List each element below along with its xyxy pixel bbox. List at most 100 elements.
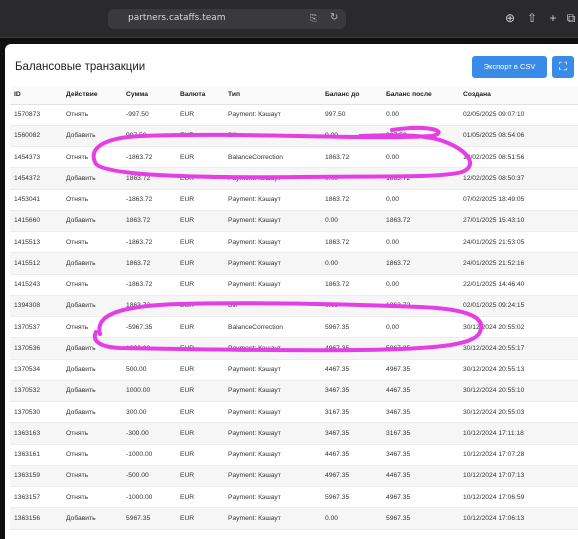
cell-action: Отнять (62, 465, 122, 488)
table-row[interactable]: 1415243 Отнять -1863.72 EUR Payment: Кэшаут 1… (10, 274, 578, 296)
cell-id: 1363157 (10, 486, 62, 509)
table-row[interactable]: 1370537 Отнять -5967.35 EUR BalanceCorrectio… (10, 316, 578, 339)
cell-action: Отнять (62, 274, 122, 296)
export-csv-button[interactable]: Экспорт в CSV (472, 56, 547, 78)
column-header-balance-before[interactable]: Баланс до (321, 86, 382, 105)
cell-balance-after: 4967.35 (382, 359, 459, 381)
cell-balance-after: 1863.72 (382, 252, 459, 275)
table-row[interactable]: 1415660 Добавить 1863.72 EUR Payment: Кэшаут… (10, 210, 578, 233)
table-row[interactable]: 1370532 Добавить 1000.00 EUR Payment: Кэшаут… (10, 380, 578, 403)
cell-amount: 1863.72 (122, 252, 176, 275)
cell-currency: EUR (176, 359, 224, 381)
cell-balance-before: 3467.35 (321, 380, 382, 403)
cell-created: 27/01/2025 15:43:10 (459, 210, 578, 233)
translate-icon[interactable]: ⎘ (310, 13, 317, 24)
cell-amount: 997.50 (122, 125, 176, 148)
page-title: Балансовые транзакции (15, 61, 146, 73)
transactions-table: ID Действие Сумма Валюта Тип Баланс до Б… (10, 86, 578, 530)
cell-amount: -500.00 (122, 465, 176, 488)
cell-currency: EUR (176, 337, 224, 360)
cell-balance-before: 1863.72 (321, 274, 382, 296)
cell-type: Payment: Кэшаут (224, 465, 321, 488)
column-header-id[interactable]: ID (10, 86, 62, 105)
cell-created: 10/12/2024 17:06:59 (459, 486, 578, 509)
column-header-currency[interactable]: Валюта (176, 86, 224, 105)
plus-icon[interactable]: + (545, 10, 561, 26)
cell-balance-after: 997.50 (382, 125, 459, 148)
table-row[interactable]: 1560082 Добавить 997.50 EUR Bill 0.00 997.50 01… (10, 125, 578, 148)
cell-currency: EUR (176, 401, 224, 424)
table-row[interactable]: 1415513 Отнять -1863.72 EUR Payment: Кэшаут 1… (10, 231, 578, 254)
cell-created: 01/05/2025 08:54:06 (459, 125, 578, 148)
column-header-action[interactable]: Действие (62, 86, 122, 105)
table-row[interactable]: 1370534 Добавить 500.00 EUR Payment: Кэшаут 4… (10, 359, 578, 381)
cell-currency: EUR (176, 231, 224, 254)
cell-amount: 300.00 (122, 401, 176, 424)
cell-id: 1363159 (10, 465, 62, 488)
cell-currency: EUR (176, 104, 224, 126)
tabs-overview-icon[interactable]: ⧉ (563, 10, 578, 26)
cell-currency: EUR (176, 146, 224, 169)
table-row[interactable]: 1370530 Добавить 300.00 EUR Payment: Кэшаут 3… (10, 401, 578, 424)
cell-currency: EUR (176, 380, 224, 403)
cell-id: 1415660 (10, 210, 62, 233)
cell-action: Добавить (62, 337, 122, 360)
cell-action: Добавить (62, 167, 122, 190)
cell-id: 1370536 (10, 337, 62, 360)
cell-amount: -997.50 (122, 104, 176, 126)
cell-id: 1415243 (10, 274, 62, 296)
table-row[interactable]: 1415512 Добавить 1863.72 EUR Payment: Кэшаут… (10, 252, 578, 275)
table-row[interactable]: 1370536 Добавить 1000.00 EUR Payment: Кэшаут… (10, 337, 578, 360)
cell-id: 1363161 (10, 444, 62, 466)
column-header-created[interactable]: Создана (459, 86, 578, 105)
address-bar[interactable]: partners.cataffs.team ⎘ ↻ (108, 9, 346, 29)
table-row[interactable]: 1363161 Отнять -1000.00 EUR Payment: Кэшаут 4… (10, 444, 578, 466)
cell-created: 10/12/2024 17:06:13 (459, 507, 578, 530)
cell-balance-before: 0.00 (321, 210, 382, 233)
cell-id: 1363156 (10, 507, 62, 530)
column-header-type[interactable]: Тип (224, 86, 321, 105)
cell-action: Отнять (62, 444, 122, 466)
cell-balance-before: 5967.35 (321, 316, 382, 339)
download-icon[interactable]: ⊕ (502, 10, 518, 26)
cell-type: Payment: Кэшаут (224, 252, 321, 275)
cell-type: Payment: Кэшаут (224, 486, 321, 509)
browser-toolbar: partners.cataffs.team ⎘ ↻ ⊕ ⇧ + ⧉ (0, 0, 578, 38)
share-icon[interactable]: ⇧ (524, 10, 540, 26)
column-header-amount[interactable]: Сумма (122, 86, 176, 105)
cell-type: Payment: Кэшаут (224, 507, 321, 530)
cell-amount: -1000.00 (122, 444, 176, 466)
table-row[interactable]: 1363156 Добавить 5967.35 EUR Payment: Кэшаут… (10, 507, 578, 530)
table-row[interactable]: 1363157 Отнять -1000.00 EUR Payment: Кэшаут 5… (10, 486, 578, 509)
cell-action: Добавить (62, 210, 122, 233)
reload-icon[interactable]: ↻ (330, 12, 338, 23)
column-header-balance-after[interactable]: Баланс после (382, 86, 459, 105)
table-row[interactable]: 1570873 Отнять -997.50 EUR Payment: Кэшаут 99… (10, 104, 578, 126)
cell-action: Добавить (62, 295, 122, 318)
cell-amount: -1000.00 (122, 486, 176, 509)
cell-balance-before: 1863.72 (321, 146, 382, 169)
cell-balance-after: 0.00 (382, 231, 459, 254)
cell-currency: EUR (176, 125, 224, 148)
cell-created: 30/12/2024 20:55:03 (459, 401, 578, 424)
table-row[interactable]: 1394308 Добавить 1863.72 EUR Bill 0.00 1863.72… (10, 295, 578, 318)
cell-amount: 1000.00 (122, 380, 176, 403)
cell-type: Payment: Кэшаут (224, 422, 321, 445)
cell-action: Добавить (62, 252, 122, 275)
cell-created: 30/12/2024 20:55:13 (459, 359, 578, 381)
cell-id: 1415512 (10, 252, 62, 275)
cell-type: Payment: Кэшаут (224, 274, 321, 296)
cell-currency: EUR (176, 274, 224, 296)
cell-action: Отнять (62, 231, 122, 254)
cell-action: Добавить (62, 359, 122, 381)
cell-currency: EUR (176, 316, 224, 339)
table-row[interactable]: 1453041 Отнять -1863.72 EUR Payment: Кэшаут 1… (10, 189, 578, 211)
table-row[interactable]: 1363159 Отнять -500.00 EUR Payment: Кэшаут 49… (10, 465, 578, 488)
table-row[interactable]: 1363163 Отнять -300.00 EUR Payment: Кэшаут 34… (10, 422, 578, 445)
expand-icon[interactable]: ⛶ (552, 56, 574, 78)
table-row[interactable]: 1454372 Добавить 1863.72 EUR Payment: Кэшаут… (10, 167, 578, 190)
cell-currency: EUR (176, 507, 224, 530)
cell-id: 1415513 (10, 231, 62, 254)
table-row[interactable]: 1454373 Отнять -1863.72 EUR BalanceCorrectio… (10, 146, 578, 169)
cell-balance-before: 0.00 (321, 167, 382, 190)
